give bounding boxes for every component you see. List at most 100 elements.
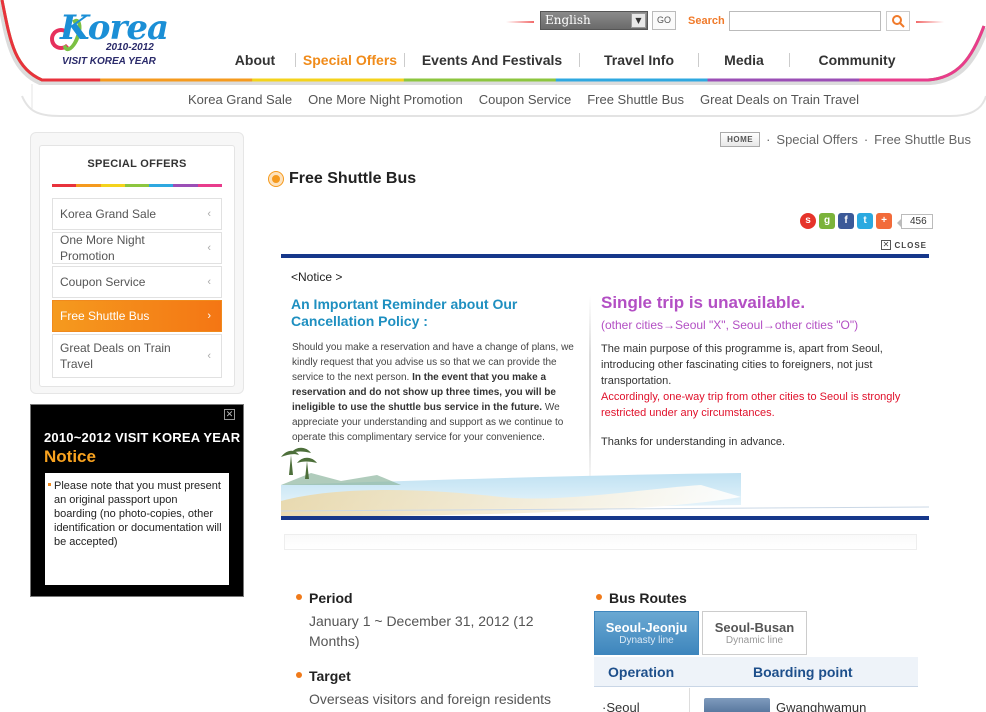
- target-heading: Target: [309, 668, 351, 684]
- notice-popup-body: Please note that you must present an ori…: [45, 473, 229, 585]
- subnav-item[interactable]: Great Deals on Train Travel: [700, 92, 859, 107]
- color-bar-segment: [197, 184, 222, 187]
- decorative-line: [506, 21, 534, 23]
- nav-item-special-offers[interactable]: Special Offers: [296, 52, 404, 68]
- subnav-item[interactable]: Coupon Service: [479, 92, 572, 107]
- sidebar-item-label: Coupon Service: [60, 275, 146, 289]
- nav-item-community[interactable]: Community: [790, 52, 924, 68]
- dropdown-arrow-icon[interactable]: ▼: [631, 13, 646, 28]
- column-operation: Operation: [608, 664, 675, 680]
- nav-item-events-and-festivals[interactable]: Events And Festivals: [405, 52, 579, 68]
- color-bar-segment: [173, 184, 198, 187]
- nav-item-travel-info[interactable]: Travel Info: [580, 52, 698, 68]
- sidebar-item-label: Great Deals on Train Travel: [60, 341, 171, 371]
- notice-tag: <Notice >: [291, 270, 343, 284]
- breadcrumb-separator: ·: [863, 132, 869, 147]
- breadcrumb-separator: ·: [766, 132, 771, 147]
- chevron-left-icon: ‹: [207, 350, 211, 362]
- sidebar-item-coupon-service[interactable]: Coupon Service ‹: [52, 266, 222, 298]
- nav-item-media[interactable]: Media: [699, 52, 789, 68]
- sidebar-title: SPECIAL OFFERS: [87, 158, 187, 170]
- color-bar-segment: [124, 184, 150, 187]
- route-tabs: Seoul-Jeonju Dynasty line Seoul-Busan Dynam…: [594, 611, 807, 655]
- period-heading: Period: [309, 590, 353, 606]
- route-boarding-cell: Gwanghwamun: [776, 700, 867, 712]
- route-tab-seoul-jeonju[interactable]: Seoul-Jeonju Dynasty line: [594, 611, 699, 655]
- plus-share-icon[interactable]: +: [876, 213, 892, 229]
- sidebar-item-one-more-night-promotion[interactable]: One More Night Promotion ‹: [52, 232, 222, 264]
- programme-purpose-text: The main purpose of this programme is, a…: [601, 343, 883, 387]
- route-operation-cell: ·Seoul: [602, 700, 640, 712]
- table-row: ·Seoul Gwanghwamun: [594, 688, 918, 712]
- sidebar-item-great-deals-on-train-travel[interactable]: Great Deals on Train Travel ‹: [52, 334, 222, 378]
- route-tab-subtitle: Dynasty line: [619, 635, 674, 646]
- sidebar: SPECIAL OFFERS Korea Grand Sale ‹ One More…: [30, 132, 244, 394]
- color-bar-segment: [76, 184, 101, 187]
- logo-years: 2010-2012: [106, 42, 154, 53]
- route-tab-subtitle: Dynamic line: [725, 635, 784, 646]
- chevron-left-icon: ‹: [207, 276, 211, 288]
- seaside-landscape-illustration: [281, 447, 929, 517]
- breadcrumb: HOME · Special Offers · Free Shuttle Bus: [720, 132, 971, 147]
- sidebar-item-label: One More Night Promotion: [60, 233, 145, 263]
- chevron-left-icon: ‹: [207, 242, 211, 254]
- subnav-item[interactable]: Korea Grand Sale: [188, 92, 292, 107]
- route-tab-title: Seoul-Jeonju: [605, 620, 688, 635]
- shuttle-notice-board: ✕ CLOSE <Notice > An Important Reminder …: [281, 240, 929, 552]
- subnav-item[interactable]: One More Night Promotion: [308, 92, 463, 107]
- decorative-line: [916, 21, 944, 23]
- notice-popup-subtitle: Notice: [44, 447, 96, 466]
- color-bar-segment: [100, 184, 125, 187]
- google-icon[interactable]: g: [819, 213, 835, 229]
- site-header: Korea 2010-2012 VISIT KOREA YEAR English…: [0, 0, 986, 118]
- board-bottom-rule: [281, 516, 929, 520]
- facebook-icon[interactable]: f: [838, 213, 854, 229]
- board-close-button[interactable]: ✕ CLOSE: [881, 240, 927, 250]
- board-close-label: CLOSE: [894, 240, 927, 250]
- search-label: Search: [688, 15, 725, 27]
- board-footer-bar: [284, 534, 917, 550]
- close-icon[interactable]: ✕: [224, 409, 235, 420]
- title-bullet-icon: [269, 172, 283, 186]
- restriction-warning-text: Accordingly, one-way trip from other cit…: [601, 391, 901, 419]
- search-input[interactable]: [729, 11, 881, 31]
- bus-routes-heading: Bus Routes: [609, 590, 687, 606]
- bullet-icon: [296, 672, 302, 678]
- close-icon: ✕: [881, 240, 892, 250]
- sidebar-menu: SPECIAL OFFERS Korea Grand Sale ‹ One More…: [39, 145, 235, 387]
- sidebar-item-free-shuttle-bus[interactable]: Free Shuttle Bus ›: [52, 300, 222, 332]
- sidebar-item-label: Korea Grand Sale: [60, 207, 157, 221]
- cancellation-heading: An Important Reminder about Our Cancella…: [291, 296, 518, 329]
- visit-korea-logo[interactable]: Korea 2010-2012 VISIT KOREA YEAR: [44, 6, 169, 76]
- breadcrumb-item-current: Free Shuttle Bus: [874, 132, 971, 147]
- main-navigation: About Special Offers Events And Festivals T…: [215, 52, 924, 68]
- bullet-icon: [296, 594, 302, 600]
- nav-item-about[interactable]: About: [215, 52, 295, 68]
- route-table-header: Operation Boarding point: [594, 657, 918, 687]
- color-bar-segment: [149, 184, 174, 187]
- column-boarding-point: Boarding point: [753, 664, 853, 680]
- bullet-icon: [596, 594, 602, 600]
- sidebar-item-korea-grand-sale[interactable]: Korea Grand Sale ‹: [52, 198, 222, 230]
- color-bar-segment: [52, 184, 77, 187]
- target-text: Overseas visitors and foreign residents: [309, 691, 551, 707]
- notice-popup: ✕ 2010~2012 VISIT KOREA YEAR Notice Plea…: [30, 404, 244, 597]
- twitter-icon[interactable]: t: [857, 213, 873, 229]
- subnav-item[interactable]: Free Shuttle Bus: [587, 92, 684, 107]
- period-text: January 1 ~ December 31, 2012 (12 Months…: [309, 613, 534, 649]
- chevron-left-icon: ‹: [207, 208, 211, 220]
- route-tab-title: Seoul-Busan: [714, 620, 795, 635]
- chevron-right-icon: ›: [207, 310, 211, 322]
- sub-navigation: Korea Grand Sale One More Night Promotion…: [188, 92, 859, 107]
- home-link[interactable]: HOME: [720, 132, 761, 147]
- language-selected: English: [545, 13, 591, 27]
- breadcrumb-item-special-offers[interactable]: Special Offers: [776, 132, 857, 147]
- search-button[interactable]: [886, 11, 910, 31]
- cancellation-text: Should you make a reservation and have a…: [292, 340, 582, 445]
- stumbleupon-icon[interactable]: s: [800, 213, 816, 229]
- share-bar: s g f t + 456: [800, 213, 933, 229]
- bullet-icon: [48, 483, 51, 486]
- route-tab-seoul-busan[interactable]: Seoul-Busan Dynamic line: [702, 611, 807, 655]
- language-go-button[interactable]: GO: [652, 11, 676, 30]
- language-select[interactable]: English ▼: [540, 11, 648, 30]
